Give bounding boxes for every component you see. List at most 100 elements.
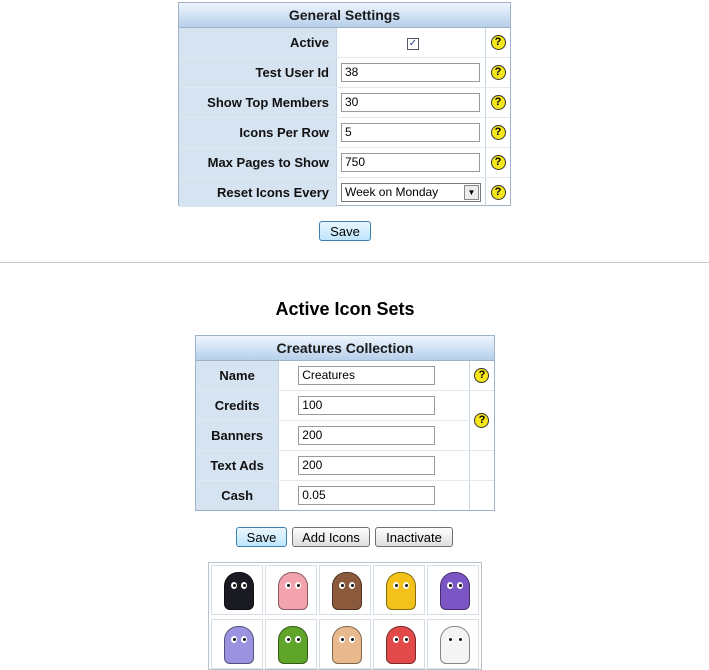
collection-cash-input[interactable]: 0.05: [298, 486, 436, 505]
setting-row-icons-per-row: Icons Per Row 5 ?: [179, 117, 510, 148]
icon-grid-cell[interactable]: [265, 619, 317, 669]
max-pages-input[interactable]: 750: [341, 153, 480, 172]
creatures-collection-table: Name Creatures ? Credits 100 ? Banners 2…: [196, 361, 494, 510]
icon-grid-cell[interactable]: [319, 565, 371, 615]
creature-eye: [403, 636, 409, 643]
creature-eye: [285, 636, 291, 643]
dropdown-arrow-icon[interactable]: ▼: [464, 185, 479, 200]
help-icon[interactable]: ?: [490, 155, 506, 171]
creature-eye: [241, 582, 247, 589]
creature-eye: [339, 582, 345, 589]
collection-row-credits: Credits 100 ?: [196, 390, 494, 451]
collection-row-banners: Banners 200: [196, 420, 494, 451]
setting-label-icons-per-row: Icons Per Row: [179, 117, 337, 148]
creature-eye: [447, 582, 453, 589]
collection-value-banners: 200: [278, 420, 470, 451]
collection-value-cash: 0.05: [279, 481, 470, 511]
setting-label-active: Active: [179, 28, 337, 58]
help-icon[interactable]: ?: [490, 95, 506, 111]
collection-label-cash: Cash: [196, 480, 280, 510]
active-checkbox[interactable]: ✓: [407, 38, 419, 50]
tan-creature-icon: [332, 626, 362, 664]
reset-icons-select[interactable]: Week on Monday ▼: [341, 183, 481, 202]
collection-text-ads-input[interactable]: 200: [298, 456, 436, 475]
help-cell-max-pages: ?: [485, 147, 510, 178]
collection-value-credits: 100: [278, 390, 470, 421]
setting-value-icons-per-row: 5: [336, 117, 486, 148]
general-settings-panel: General Settings Active ✓ ? Test User Id…: [178, 2, 511, 207]
help-icon[interactable]: ?: [490, 65, 506, 81]
help-cell-name: ?: [468, 361, 494, 391]
creature-eye: [403, 582, 409, 589]
creature-eye: [457, 636, 463, 643]
setting-label-test-user-id: Test User Id: [179, 57, 337, 88]
setting-value-show-top-members: 30: [336, 87, 486, 118]
white-creature-icon: [440, 626, 470, 664]
creatures-collection-panel: Creatures Collection Name Creatures ? Cr…: [195, 335, 495, 511]
help-cell-show-top-members: ?: [485, 87, 510, 118]
creature-eye: [393, 636, 399, 643]
collection-save-button[interactable]: Save: [236, 527, 287, 547]
collection-row-cash: Cash 0.05: [196, 480, 494, 511]
test-user-id-input[interactable]: 38: [341, 63, 480, 82]
icon-grid-cell[interactable]: [211, 565, 263, 615]
creature-eye: [393, 582, 399, 589]
creature-eye: [349, 582, 355, 589]
red-creature-icon: [386, 626, 416, 664]
creature-eye: [241, 636, 247, 643]
creature-eye: [339, 636, 345, 643]
setting-row-test-user-id: Test User Id 38 ?: [179, 57, 510, 88]
creature-eye: [231, 636, 237, 643]
icon-grid-cell[interactable]: [265, 565, 317, 615]
general-settings-table: Active ✓ ? Test User Id 38 ? Show Top Me…: [179, 28, 510, 207]
help-icon[interactable]: ?: [490, 35, 506, 51]
collection-label-name: Name: [196, 361, 280, 391]
setting-row-show-top-members: Show Top Members 30 ?: [179, 87, 510, 118]
collection-credits-input[interactable]: 100: [298, 396, 436, 415]
collection-name-input[interactable]: Creatures: [298, 366, 436, 385]
collection-row-text-ads: Text Ads 200: [196, 450, 494, 481]
help-icon[interactable]: ?: [474, 368, 490, 384]
icon-grid-cell[interactable]: [373, 565, 425, 615]
creature-eye: [231, 582, 237, 589]
green-creature-icon: [278, 626, 308, 664]
icon-grid-cell[interactable]: [427, 565, 479, 615]
setting-label-show-top-members: Show Top Members: [179, 87, 337, 118]
help-cell-icons-per-row: ?: [485, 117, 510, 148]
icons-per-row-input[interactable]: 5: [341, 123, 480, 142]
icon-grid: [208, 562, 482, 670]
setting-value-max-pages: 750: [336, 147, 486, 178]
collection-banners-input[interactable]: 200: [298, 426, 436, 445]
icon-grid-cell[interactable]: [373, 619, 425, 669]
add-icons-button[interactable]: Add Icons: [292, 527, 370, 547]
creature-eye: [447, 636, 453, 643]
creature-eye: [349, 636, 355, 643]
help-icon[interactable]: ?: [474, 413, 490, 429]
general-settings-save-button[interactable]: Save: [319, 221, 371, 241]
icon-grid-cell[interactable]: [427, 619, 479, 669]
creature-eye: [295, 636, 301, 643]
icon-grid-cell[interactable]: [319, 619, 371, 669]
setting-value-test-user-id: 38: [336, 57, 486, 88]
creatures-collection-header: Creatures Collection: [196, 336, 494, 361]
help-icon[interactable]: ?: [490, 185, 506, 201]
setting-label-reset-icons: Reset Icons Every: [179, 177, 337, 207]
lilac-creature-icon: [224, 626, 254, 664]
setting-row-reset-icons: Reset Icons Every Week on Monday ▼ ?: [179, 177, 510, 207]
help-cell-reset-icons: ?: [485, 177, 510, 207]
empty-help-cell: [468, 480, 494, 510]
empty-help-cell: [468, 450, 494, 481]
creature-eye: [457, 582, 463, 589]
icon-grid-cell[interactable]: [211, 619, 263, 669]
help-cell-active: ?: [485, 28, 510, 58]
show-top-members-input[interactable]: 30: [341, 93, 480, 112]
black-creature-icon: [224, 572, 254, 610]
collection-label-text-ads: Text Ads: [196, 450, 280, 481]
help-icon[interactable]: ?: [490, 125, 506, 141]
general-settings-header: General Settings: [179, 3, 510, 28]
setting-row-max-pages: Max Pages to Show 750 ?: [179, 147, 510, 178]
collection-label-credits: Credits: [196, 390, 280, 421]
section-divider: [0, 262, 709, 263]
inactivate-button[interactable]: Inactivate: [375, 527, 453, 547]
collection-row-name: Name Creatures ?: [196, 361, 494, 391]
